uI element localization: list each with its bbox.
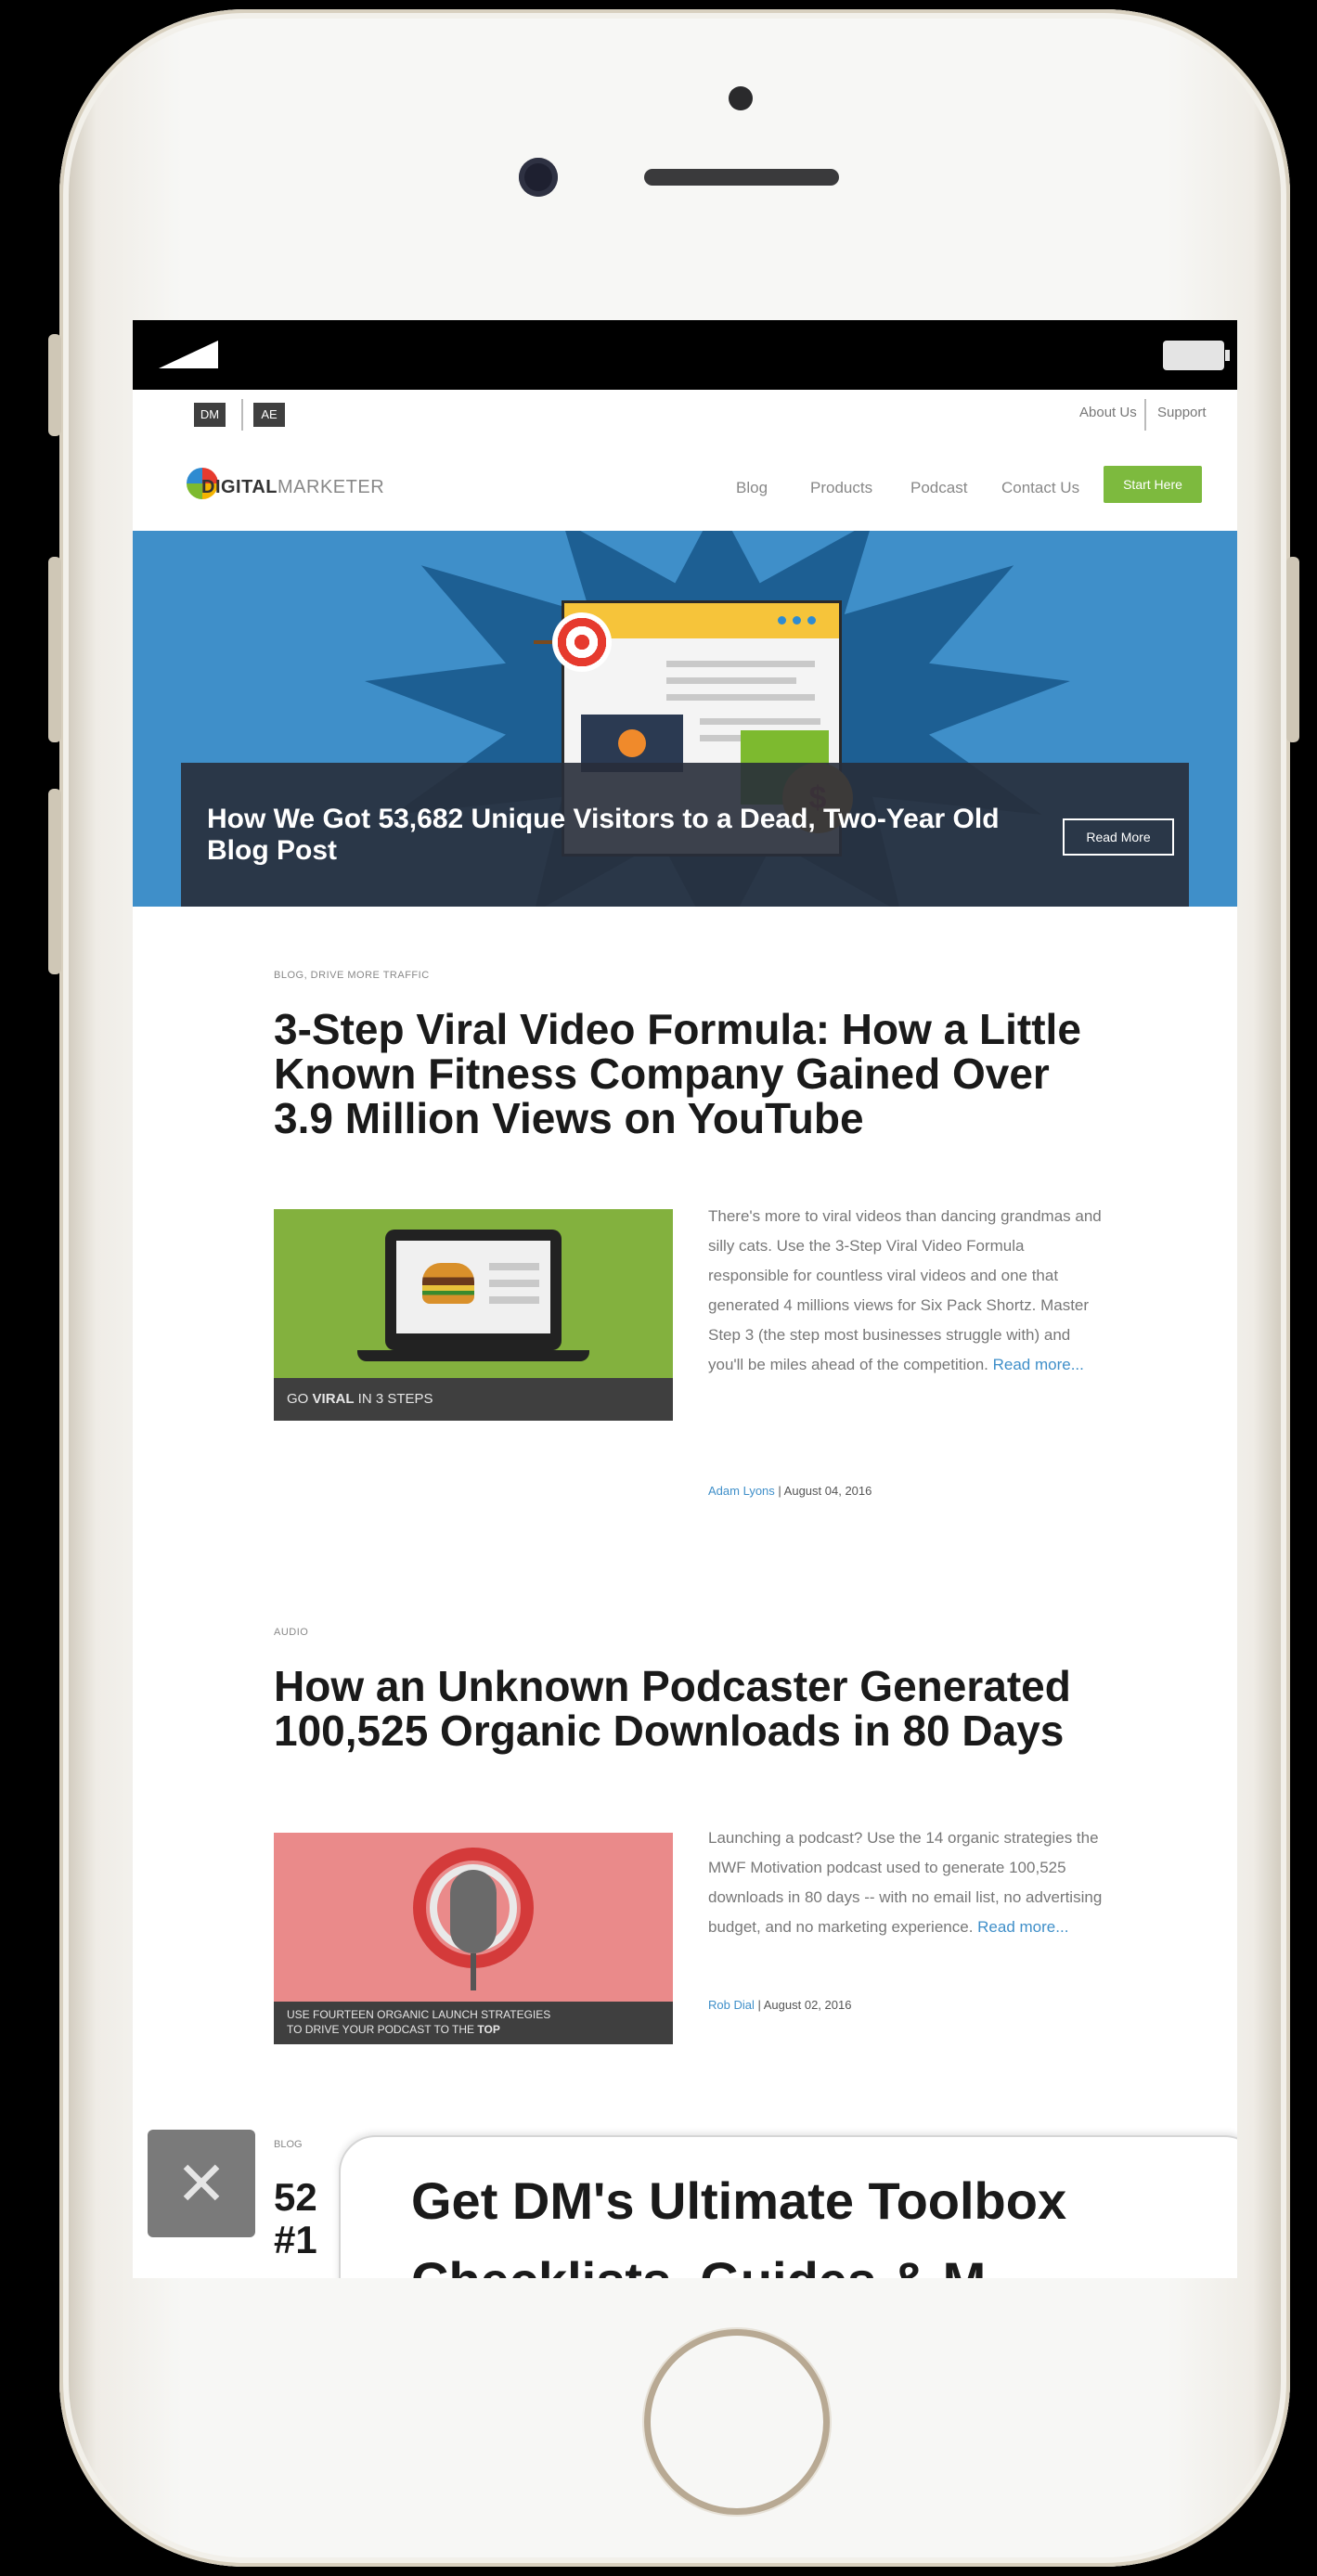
status-bar xyxy=(133,320,1237,390)
post-thumbnail[interactable]: GO VIRAL IN 3 STEPS xyxy=(274,1209,673,1421)
nav-blog[interactable]: Blog xyxy=(736,479,768,497)
hero-caption: How We Got 53,682 Unique Visitors to a D… xyxy=(181,763,1189,907)
read-more-link[interactable]: Read more... xyxy=(977,1918,1068,1936)
read-more-link[interactable]: Read more... xyxy=(993,1356,1084,1373)
popup-title: Get DM's Ultimate Toolbox xyxy=(411,2171,1067,2230)
post-meta: Rob Dial | August 02, 2016 xyxy=(708,1998,852,2012)
post-card: AUDIO How an Unknown Podcaster Generated… xyxy=(274,1627,1109,2091)
hero-banner[interactable]: $ How We Got 53,682 Unique Visitors to a… xyxy=(133,531,1237,907)
burger-icon xyxy=(422,1263,474,1304)
author-link[interactable]: Adam Lyons xyxy=(708,1484,775,1498)
post-excerpt: There's more to viral videos than dancin… xyxy=(708,1207,1102,1373)
start-here-button[interactable]: Start Here xyxy=(1104,466,1202,503)
nav-podcast[interactable]: Podcast xyxy=(910,479,967,497)
home-button[interactable] xyxy=(644,2329,830,2515)
dm-logo-icon[interactable]: DM xyxy=(194,403,226,427)
divider xyxy=(241,399,243,431)
power-button xyxy=(1286,557,1299,742)
laptop-icon xyxy=(385,1230,562,1350)
post-category[interactable]: BLOG xyxy=(274,2139,303,2150)
thumbnail-caption: GO VIRAL IN 3 STEPS xyxy=(274,1378,673,1421)
mute-switch xyxy=(48,334,61,436)
brand-logo[interactable]: DIGITALMARKETER xyxy=(201,477,384,498)
divider xyxy=(1144,399,1146,431)
front-camera xyxy=(519,158,558,197)
author-link[interactable]: Rob Dial xyxy=(708,1998,755,2012)
nav-contact-us[interactable]: Contact Us xyxy=(1001,479,1079,497)
post-category[interactable]: AUDIO xyxy=(274,1627,1109,1638)
earpiece-speaker xyxy=(644,169,839,186)
hero-title[interactable]: How We Got 53,682 Unique Visitors to a D… xyxy=(207,804,1061,867)
post-title[interactable]: 52 #1 xyxy=(274,2176,339,2261)
popup-subtitle: Checklists, Guides & M xyxy=(411,2250,986,2278)
about-us-link[interactable]: About Us xyxy=(1079,405,1137,420)
post-category[interactable]: BLOG, DRIVE MORE TRAFFIC xyxy=(274,970,1109,981)
utility-bar: DM AE About Us Support xyxy=(133,390,1237,438)
read-more-button[interactable]: Read More xyxy=(1063,818,1174,856)
phone-screen: DM AE About Us Support DIGITALMARKETER B… xyxy=(133,320,1237,2278)
toolbox-popup[interactable]: Get DM's Ultimate Toolbox Checklists, Gu… xyxy=(339,2135,1237,2278)
post-thumbnail[interactable]: USE FOURTEEN ORGANIC LAUNCH STRATEGIES T… xyxy=(274,1833,673,2044)
post-meta: Adam Lyons | August 04, 2016 xyxy=(708,1484,872,1498)
post-date: August 04, 2016 xyxy=(783,1484,872,1498)
post-card: BLOG, DRIVE MORE TRAFFIC 3-Step Viral Vi… xyxy=(274,970,1109,1554)
proximity-sensor xyxy=(729,86,753,110)
signal-icon xyxy=(159,341,218,368)
ae-logo-icon[interactable]: AE xyxy=(253,403,285,427)
play-icon xyxy=(618,729,646,757)
volume-down-button xyxy=(48,789,61,974)
support-link[interactable]: Support xyxy=(1157,405,1207,420)
post-excerpt: Launching a podcast? Use the 14 organic … xyxy=(708,1829,1103,1936)
target-icon xyxy=(552,612,612,672)
battery-icon xyxy=(1163,341,1230,370)
post-title[interactable]: How an Unknown Podcaster Generated 100,5… xyxy=(274,1664,1091,1753)
microphone-icon xyxy=(450,1870,497,1953)
post-date: August 02, 2016 xyxy=(763,1998,852,2012)
volume-up-button xyxy=(48,557,61,742)
thumbnail-caption: USE FOURTEEN ORGANIC LAUNCH STRATEGIES T… xyxy=(274,2002,673,2044)
close-popup-button[interactable]: ✕ xyxy=(148,2130,255,2237)
main-nav: DIGITALMARKETER Blog Products Podcast Co… xyxy=(133,438,1237,531)
post-title[interactable]: 3-Step Viral Video Formula: How a Little… xyxy=(274,1007,1091,1140)
nav-products[interactable]: Products xyxy=(810,479,872,497)
